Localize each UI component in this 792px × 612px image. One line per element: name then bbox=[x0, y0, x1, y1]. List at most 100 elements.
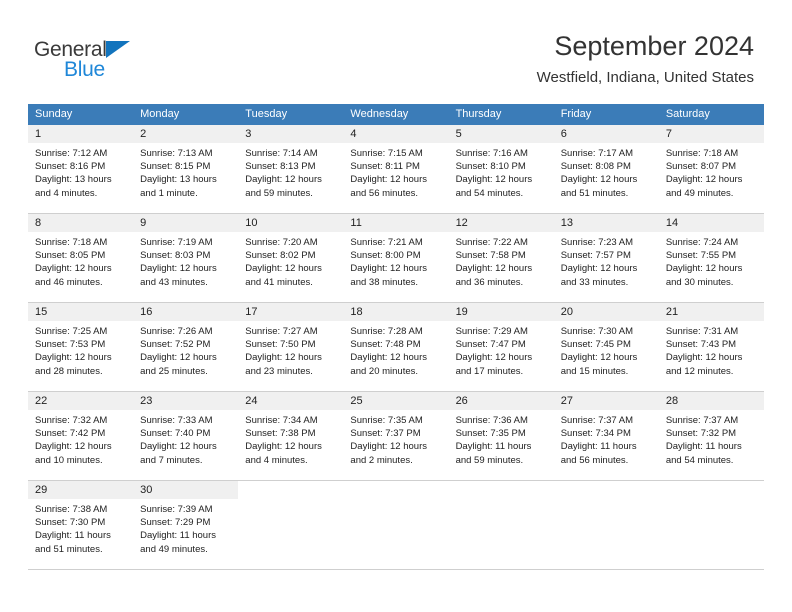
day-cell-empty bbox=[553, 481, 659, 569]
day-number: 22 bbox=[35, 395, 48, 407]
day-number: 8 bbox=[35, 217, 42, 229]
day-cell[interactable]: 12 Sunrise: 7:22 AM Sunset: 7:58 PM Dayl… bbox=[448, 214, 554, 302]
daylight-text-line1: Daylight: 12 hours bbox=[665, 263, 743, 275]
day-number: 12 bbox=[455, 217, 468, 229]
daylight-text-line2: and 25 minutes. bbox=[140, 365, 208, 377]
day-number: 26 bbox=[455, 395, 468, 407]
day-cell[interactable]: 7 Sunrise: 7:18 AM Sunset: 8:07 PM Dayli… bbox=[658, 125, 764, 213]
daylight-text-line1: Daylight: 12 hours bbox=[665, 174, 743, 186]
day-number: 14 bbox=[665, 217, 679, 229]
page-header: General Blue September 2024 Westfield, I… bbox=[0, 0, 792, 100]
daylight-text-line2: and 59 minutes. bbox=[455, 454, 524, 466]
daylight-text-line1: Daylight: 12 hours bbox=[350, 441, 427, 453]
brand-triangle-icon bbox=[106, 41, 130, 58]
sunrise-text: Sunrise: 7:25 AM bbox=[35, 326, 108, 337]
day-cell[interactable]: 10 Sunrise: 7:20 AM Sunset: 8:02 PM Dayl… bbox=[238, 214, 344, 302]
day-details: Sunrise: 7:30 AM Sunset: 7:45 PM Dayligh… bbox=[554, 321, 659, 384]
day-number-band: 8 bbox=[28, 214, 134, 232]
daylight-text-line1: Daylight: 12 hours bbox=[560, 174, 638, 186]
day-details: Sunrise: 7:14 AM Sunset: 8:13 PM Dayligh… bbox=[238, 143, 343, 206]
day-cell[interactable]: 21 Sunrise: 7:31 AM Sunset: 7:43 PM Dayl… bbox=[658, 303, 764, 391]
day-cell[interactable]: 25 Sunrise: 7:35 AM Sunset: 7:37 PM Dayl… bbox=[343, 392, 449, 480]
daylight-text-line2: and 23 minutes. bbox=[245, 365, 313, 377]
sunrise-text: Sunrise: 7:33 AM bbox=[140, 415, 213, 426]
day-cell[interactable]: 27 Sunrise: 7:37 AM Sunset: 7:34 PM Dayl… bbox=[553, 392, 659, 480]
daylight-text-line2: and 51 minutes. bbox=[35, 543, 103, 555]
day-number-band: 3 bbox=[238, 125, 344, 143]
brand-logo[interactable]: General Blue bbox=[34, 38, 164, 84]
day-cell[interactable]: 29 Sunrise: 7:38 AM Sunset: 7:30 PM Dayl… bbox=[28, 481, 134, 569]
day-number-band: 23 bbox=[133, 392, 239, 410]
day-cell[interactable]: 4 Sunrise: 7:15 AM Sunset: 8:11 PM Dayli… bbox=[343, 125, 449, 213]
day-number: 23 bbox=[140, 395, 153, 407]
day-cell[interactable]: 5 Sunrise: 7:16 AM Sunset: 8:10 PM Dayli… bbox=[448, 125, 554, 213]
day-cell[interactable]: 28 Sunrise: 7:37 AM Sunset: 7:32 PM Dayl… bbox=[658, 392, 764, 480]
title-block: September 2024 Westfield, Indiana, Unite… bbox=[537, 30, 754, 88]
day-number: 5 bbox=[455, 128, 462, 140]
daylight-text-line1: Daylight: 11 hours bbox=[665, 441, 742, 453]
sunset-text: Sunset: 7:58 PM bbox=[455, 250, 526, 262]
day-cell-empty bbox=[448, 481, 554, 569]
page-subtitle: Westfield, Indiana, United States bbox=[536, 69, 754, 86]
sunrise-text: Sunrise: 7:17 AM bbox=[560, 148, 634, 159]
daylight-text-line1: Daylight: 11 hours bbox=[560, 441, 637, 453]
dow-saturday: Saturday bbox=[665, 108, 710, 120]
sunrise-text: Sunrise: 7:18 AM bbox=[665, 148, 739, 159]
daylight-text-line1: Daylight: 12 hours bbox=[140, 441, 217, 453]
sunset-text: Sunset: 8:16 PM bbox=[35, 161, 106, 173]
week-row: 1 Sunrise: 7:12 AM Sunset: 8:16 PM Dayli… bbox=[28, 125, 764, 214]
day-cell-empty bbox=[238, 481, 344, 569]
daylight-text-line2: and 56 minutes. bbox=[560, 454, 629, 466]
day-cell[interactable]: 26 Sunrise: 7:36 AM Sunset: 7:35 PM Dayl… bbox=[448, 392, 554, 480]
day-details: Sunrise: 7:24 AM Sunset: 7:55 PM Dayligh… bbox=[659, 232, 764, 295]
sunset-text: Sunset: 7:35 PM bbox=[455, 428, 526, 440]
day-cell[interactable]: 17 Sunrise: 7:27 AM Sunset: 7:50 PM Dayl… bbox=[238, 303, 344, 391]
day-cell[interactable]: 18 Sunrise: 7:28 AM Sunset: 7:48 PM Dayl… bbox=[343, 303, 449, 391]
day-details: Sunrise: 7:28 AM Sunset: 7:48 PM Dayligh… bbox=[343, 321, 448, 384]
day-cell[interactable]: 24 Sunrise: 7:34 AM Sunset: 7:38 PM Dayl… bbox=[238, 392, 344, 480]
day-cell[interactable]: 15 Sunrise: 7:25 AM Sunset: 7:53 PM Dayl… bbox=[28, 303, 134, 391]
day-number-band: 1 bbox=[28, 125, 134, 143]
day-number-band: 21 bbox=[658, 303, 764, 321]
day-number-band: 19 bbox=[448, 303, 554, 321]
day-number-band: 9 bbox=[133, 214, 239, 232]
sunrise-text: Sunrise: 7:39 AM bbox=[140, 504, 213, 515]
day-cell[interactable]: 22 Sunrise: 7:32 AM Sunset: 7:42 PM Dayl… bbox=[28, 392, 134, 480]
sunrise-text: Sunrise: 7:29 AM bbox=[455, 326, 528, 337]
day-cell[interactable]: 23 Sunrise: 7:33 AM Sunset: 7:40 PM Dayl… bbox=[133, 392, 239, 480]
day-details: Sunrise: 7:21 AM Sunset: 8:00 PM Dayligh… bbox=[343, 232, 448, 295]
day-cell[interactable]: 14 Sunrise: 7:24 AM Sunset: 7:55 PM Dayl… bbox=[658, 214, 764, 302]
daylight-text-line2: and 7 minutes. bbox=[140, 454, 203, 466]
day-cell[interactable]: 3 Sunrise: 7:14 AM Sunset: 8:13 PM Dayli… bbox=[238, 125, 344, 213]
day-cell[interactable]: 11 Sunrise: 7:21 AM Sunset: 8:00 PM Dayl… bbox=[343, 214, 449, 302]
daylight-text-line2: and 2 minutes. bbox=[350, 454, 413, 466]
day-cell[interactable]: 19 Sunrise: 7:29 AM Sunset: 7:47 PM Dayl… bbox=[448, 303, 554, 391]
day-cell[interactable]: 9 Sunrise: 7:19 AM Sunset: 8:03 PM Dayli… bbox=[133, 214, 239, 302]
day-number-band: 20 bbox=[553, 303, 659, 321]
day-cell[interactable]: 8 Sunrise: 7:18 AM Sunset: 8:05 PM Dayli… bbox=[28, 214, 134, 302]
day-number-band: 14 bbox=[658, 214, 764, 232]
day-details: Sunrise: 7:38 AM Sunset: 7:30 PM Dayligh… bbox=[28, 499, 133, 562]
sunset-text: Sunset: 8:11 PM bbox=[350, 161, 420, 173]
day-cell[interactable]: 16 Sunrise: 7:26 AM Sunset: 7:52 PM Dayl… bbox=[133, 303, 239, 391]
day-number-band: 22 bbox=[28, 392, 134, 410]
daylight-text-line1: Daylight: 12 hours bbox=[35, 352, 112, 364]
day-number-band: 16 bbox=[133, 303, 239, 321]
day-details: Sunrise: 7:18 AM Sunset: 8:05 PM Dayligh… bbox=[28, 232, 133, 295]
day-details: Sunrise: 7:13 AM Sunset: 8:15 PM Dayligh… bbox=[133, 143, 238, 206]
day-details: Sunrise: 7:37 AM Sunset: 7:34 PM Dayligh… bbox=[554, 410, 659, 473]
day-cell[interactable]: 2 Sunrise: 7:13 AM Sunset: 8:15 PM Dayli… bbox=[133, 125, 239, 213]
day-cell[interactable]: 30 Sunrise: 7:39 AM Sunset: 7:29 PM Dayl… bbox=[133, 481, 239, 569]
sunrise-text: Sunrise: 7:31 AM bbox=[665, 326, 739, 337]
day-cell[interactable]: 20 Sunrise: 7:30 AM Sunset: 7:45 PM Dayl… bbox=[553, 303, 659, 391]
day-number-band: 13 bbox=[553, 214, 659, 232]
day-cell[interactable]: 1 Sunrise: 7:12 AM Sunset: 8:16 PM Dayli… bbox=[28, 125, 134, 213]
daylight-text-line2: and 15 minutes. bbox=[560, 365, 629, 377]
week-row: 29 Sunrise: 7:38 AM Sunset: 7:30 PM Dayl… bbox=[28, 481, 764, 570]
day-number-band: 2 bbox=[133, 125, 239, 143]
sunrise-text: Sunrise: 7:14 AM bbox=[245, 148, 318, 159]
day-details: Sunrise: 7:39 AM Sunset: 7:29 PM Dayligh… bbox=[133, 499, 238, 562]
day-cell[interactable]: 13 Sunrise: 7:23 AM Sunset: 7:57 PM Dayl… bbox=[553, 214, 659, 302]
day-cell[interactable]: 6 Sunrise: 7:17 AM Sunset: 8:08 PM Dayli… bbox=[553, 125, 659, 213]
sunrise-text: Sunrise: 7:16 AM bbox=[455, 148, 528, 159]
